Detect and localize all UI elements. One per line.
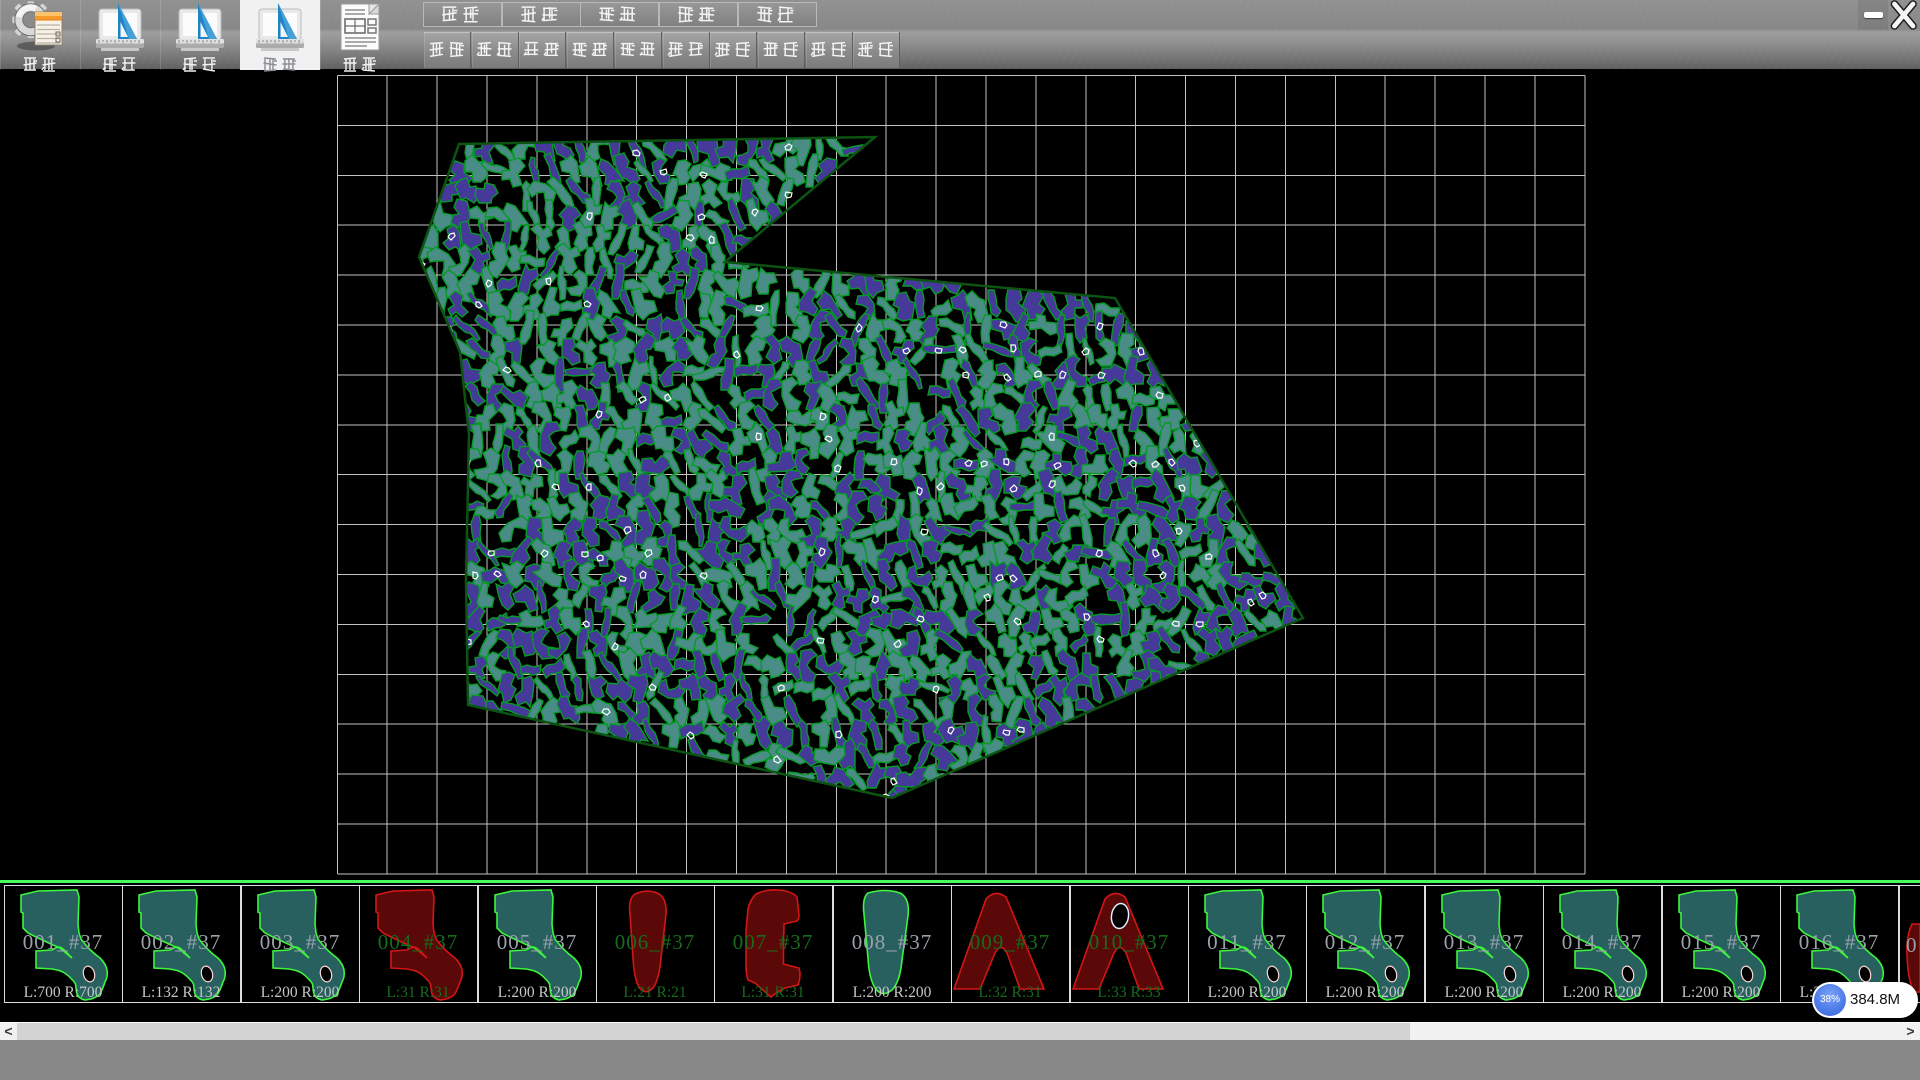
svg-text:016_#37: 016_#37	[1799, 930, 1880, 954]
svg-text:005_#37: 005_#37	[496, 930, 577, 954]
svg-text:009_#37: 009_#37	[970, 930, 1051, 954]
svg-text:L:31 R:31: L:31 R:31	[387, 984, 450, 1001]
svg-text:003_#37: 003_#37	[260, 930, 341, 954]
svg-text:006_#37: 006_#37	[615, 930, 696, 954]
svg-text:L:700 R:700: L:700 R:700	[24, 984, 103, 1001]
svg-text:L:31 R:31: L:31 R:31	[742, 984, 805, 1001]
svg-text:001_#37: 001_#37	[23, 930, 104, 954]
svg-text:L:200 R:200: L:200 R:200	[1326, 984, 1405, 1001]
svg-text:L:33 R:33: L:33 R:33	[1097, 984, 1161, 1001]
svg-text:L:200 R:200: L:200 R:200	[260, 984, 339, 1001]
svg-text:015_#37: 015_#37	[1680, 930, 1761, 954]
svg-text:L:200 R:200: L:200 R:200	[1444, 984, 1523, 1001]
svg-text:007_#37: 007_#37	[733, 930, 814, 954]
svg-text:013_#37: 013_#37	[1444, 930, 1525, 954]
svg-text:014_#37: 014_#37	[1562, 930, 1643, 954]
svg-text:012_#37: 012_#37	[1325, 930, 1406, 954]
svg-text:L:200 R:200: L:200 R:200	[497, 984, 576, 1001]
svg-text:008_#37: 008_#37	[852, 930, 933, 954]
svg-text:L:21 R:21: L:21 R:21	[623, 984, 686, 1001]
svg-text:L:32 R:31: L:32 R:31	[979, 984, 1042, 1001]
svg-text:L:200 R:200: L:200 R:200	[1681, 984, 1760, 1001]
svg-text:L:200 R:200: L:200 R:200	[1208, 984, 1287, 1001]
svg-text:002_#37: 002_#37	[141, 930, 222, 954]
svg-text:010_#37: 010_#37	[1088, 930, 1169, 954]
svg-text:004_#37: 004_#37	[378, 930, 459, 954]
svg-text:L:200 R:200: L:200 R:200	[1563, 984, 1642, 1001]
svg-text:0: 0	[1906, 933, 1918, 957]
svg-text:L:200 R:200: L:200 R:200	[852, 984, 931, 1001]
svg-text:L:132 R:132: L:132 R:132	[142, 984, 221, 1001]
svg-text:011_#37: 011_#37	[1207, 930, 1287, 954]
